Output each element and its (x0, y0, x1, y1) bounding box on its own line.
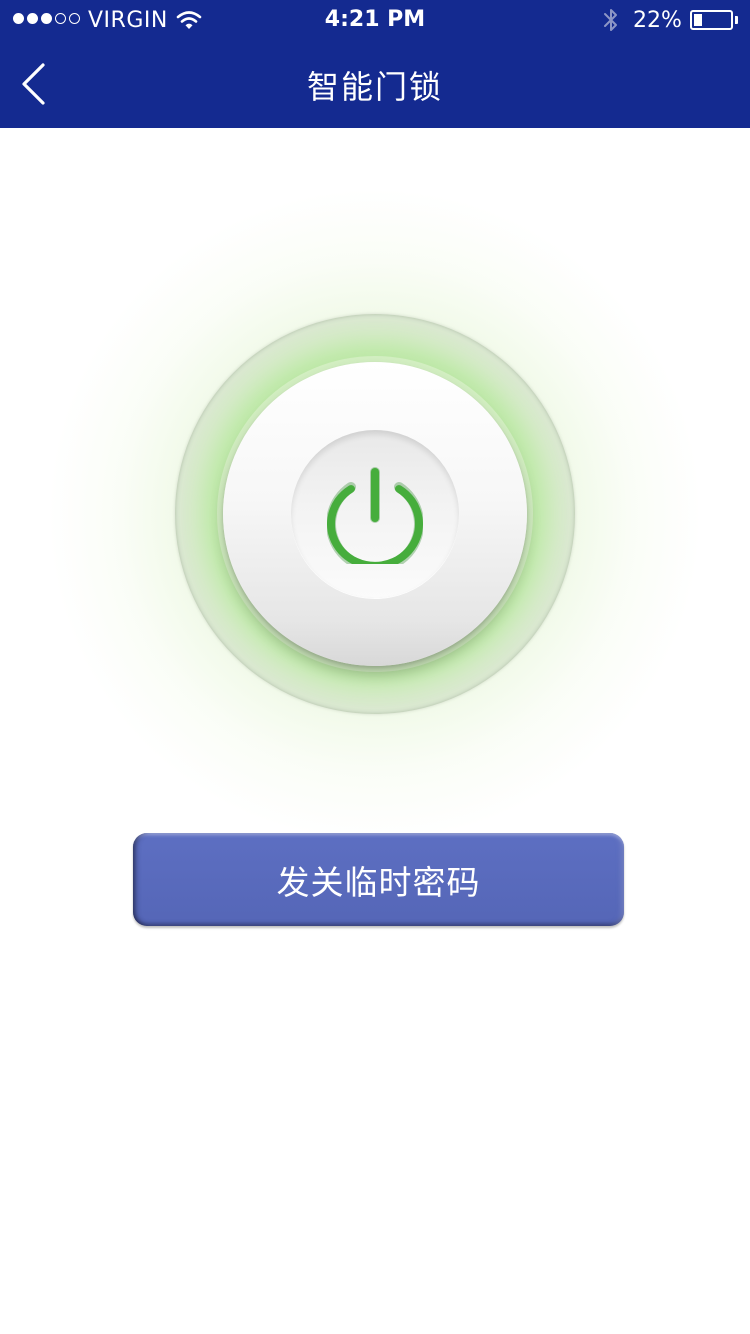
battery-tip (735, 16, 738, 24)
bluetooth-icon (604, 9, 617, 31)
battery-icon (690, 10, 733, 30)
send-temporary-password-button[interactable]: 发关临时密码 (133, 833, 624, 926)
top-bar: VIRGIN 4:21 PM 22% 智能门锁 (0, 0, 750, 128)
power-icon (327, 467, 423, 564)
page-title: 智能门锁 (306, 68, 443, 106)
status-bar: VIRGIN 4:21 PM 22% (0, 0, 750, 40)
power-button-center (291, 430, 459, 598)
battery-fill (694, 14, 702, 26)
battery-percentage: 22% (633, 8, 682, 33)
power-button[interactable] (223, 362, 527, 666)
